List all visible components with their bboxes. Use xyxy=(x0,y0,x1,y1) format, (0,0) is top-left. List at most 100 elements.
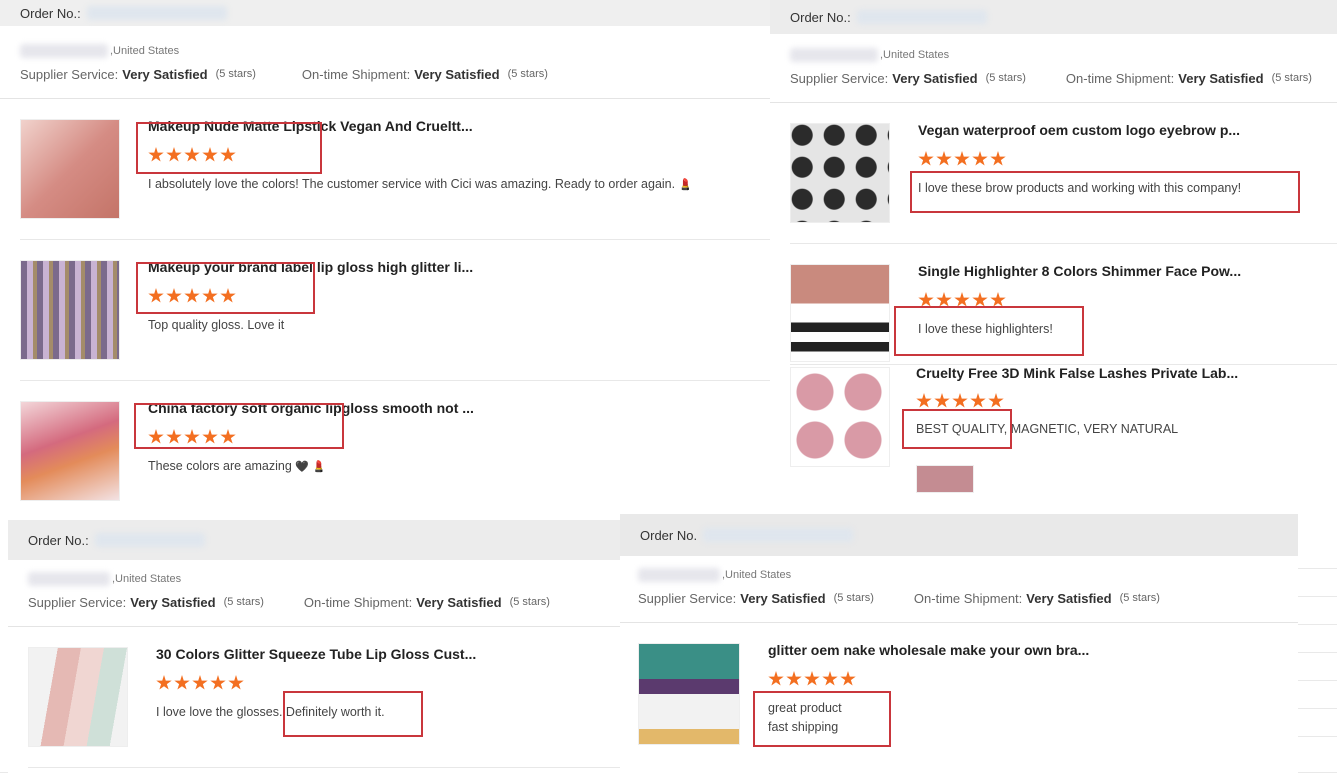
ontime-label: On-time Shipment: xyxy=(303,594,413,610)
product-thumbnail[interactable] xyxy=(20,119,120,219)
star-icon xyxy=(936,151,952,166)
review-text-content: I absolutely love the colors! The custom… xyxy=(148,177,676,191)
redacted-buyer-name xyxy=(28,572,110,586)
highlight-box xyxy=(902,409,1012,449)
review-item: Single Highlighter 8 Colors Shimmer Face… xyxy=(790,244,1337,365)
star-icon xyxy=(990,151,1006,166)
redacted-order-number xyxy=(94,533,205,547)
star-icon xyxy=(804,671,820,686)
star-icon xyxy=(952,393,968,408)
product-title[interactable]: 30 Colors Glitter Squeeze Tube Lip Gloss… xyxy=(156,646,476,662)
ontime-value: Very Satisfied xyxy=(414,66,500,82)
redacted-buyer-name xyxy=(20,44,108,58)
ontime-value: Very Satisfied xyxy=(1178,70,1264,86)
order-bar: Order No.: xyxy=(770,0,1337,34)
ontime-stars: (5 stars) xyxy=(1119,592,1160,604)
order-label: Order No.: xyxy=(28,532,89,548)
order-label: Order No.: xyxy=(20,5,81,21)
redacted-order-number xyxy=(86,6,227,20)
supplier-service-label: Supplier Service: xyxy=(28,594,127,610)
ontime-value: Very Satisfied xyxy=(416,594,502,610)
review-item: glitter oem nake wholesale make your own… xyxy=(638,623,1298,763)
product-title[interactable]: Vegan waterproof oem custom logo eyebrow… xyxy=(918,122,1240,138)
highlight-box xyxy=(136,122,322,174)
ontime-stars: (5 stars) xyxy=(507,68,548,80)
star-rating xyxy=(768,671,856,687)
star-icon xyxy=(156,675,172,690)
review-text: Top quality gloss. Love it xyxy=(148,318,285,332)
review-emoji: 🖤 💄 xyxy=(295,461,326,473)
star-icon xyxy=(786,671,802,686)
review-panel-4: Order No. ,United States Supplier Servic… xyxy=(620,514,1298,776)
highlight-box xyxy=(753,691,891,747)
review-panel-3: Order No.: ,United States Supplier Servi… xyxy=(8,520,620,776)
star-icon xyxy=(954,151,970,166)
ontime-label: On-time Shipment: xyxy=(301,66,411,82)
review-panel-1: Order No.: ,United States Supplier Servi… xyxy=(0,0,770,520)
order-bar: Order No.: xyxy=(0,0,770,26)
buyer-location: ,United States xyxy=(620,566,1298,584)
product-title[interactable]: glitter oem nake wholesale make your own… xyxy=(768,642,1089,658)
star-rating xyxy=(916,393,1004,409)
review-item: Makeup Nude Matte Lipstick Vegan And Cru… xyxy=(20,99,770,240)
product-thumbnail[interactable] xyxy=(790,264,890,362)
review-item: Cruelty Free 3D Mink False Lashes Privat… xyxy=(790,365,1337,505)
star-icon xyxy=(918,151,934,166)
order-bar: Order No.: xyxy=(8,520,620,560)
highlight-box xyxy=(894,306,1084,356)
supplier-service-stars: (5 stars) xyxy=(833,592,874,604)
service-ratings: Supplier Service: Very Satisfied (5 star… xyxy=(620,584,1298,623)
star-icon xyxy=(768,671,784,686)
ontime-label: On-time Shipment: xyxy=(1065,70,1175,86)
review-panel-2: Order No.: ,United States Supplier Servi… xyxy=(770,0,1337,512)
ontime-stars: (5 stars) xyxy=(1271,72,1312,84)
buyer-location: ,United States xyxy=(8,570,620,588)
star-icon xyxy=(174,675,190,690)
star-icon xyxy=(228,675,244,690)
product-thumbnail[interactable] xyxy=(20,260,120,360)
product-thumbnail[interactable] xyxy=(28,647,128,747)
product-thumbnail[interactable] xyxy=(20,401,120,501)
supplier-service-value: Very Satisfied xyxy=(130,594,216,610)
highlight-box xyxy=(283,691,423,737)
review-item: Makeup your brand label lip gloss high g… xyxy=(20,240,770,381)
highlight-box xyxy=(136,262,315,314)
location-text: ,United States xyxy=(722,569,792,581)
star-icon xyxy=(916,393,932,408)
review-text: I absolutely love the colors! The custom… xyxy=(148,175,692,195)
buyer-location: ,United States xyxy=(0,42,770,60)
product-thumbnail[interactable] xyxy=(638,643,740,745)
review-text-content: These colors are amazing xyxy=(148,459,292,473)
review-item: 30 Colors Glitter Squeeze Tube Lip Gloss… xyxy=(28,627,620,768)
supplier-service-label: Supplier Service: xyxy=(638,590,737,606)
location-text: ,United States xyxy=(112,573,182,585)
star-icon xyxy=(934,393,950,408)
service-ratings: Supplier Service: Very Satisfied (5 star… xyxy=(8,588,620,627)
supplier-service-value: Very Satisfied xyxy=(122,66,208,82)
star-icon xyxy=(972,151,988,166)
service-ratings: Supplier Service: Very Satisfied (5 star… xyxy=(770,64,1337,103)
supplier-service-stars: (5 stars) xyxy=(223,596,264,608)
star-rating xyxy=(918,151,1006,167)
product-title[interactable]: Single Highlighter 8 Colors Shimmer Face… xyxy=(918,263,1241,279)
product-thumbnail[interactable] xyxy=(790,367,890,467)
redacted-buyer-name xyxy=(638,568,720,582)
service-ratings: Supplier Service: Very Satisfied (5 star… xyxy=(0,60,770,99)
review-text: These colors are amazing 🖤 💄 xyxy=(148,457,326,477)
product-title[interactable]: Cruelty Free 3D Mink False Lashes Privat… xyxy=(916,365,1238,381)
order-label: Order No. xyxy=(640,527,698,543)
star-icon xyxy=(988,393,1004,408)
supplier-service-value: Very Satisfied xyxy=(892,70,978,86)
star-icon xyxy=(970,393,986,408)
buyer-location: ,United States xyxy=(770,46,1337,64)
product-thumbnail[interactable] xyxy=(790,123,890,223)
star-icon xyxy=(822,671,838,686)
star-icon xyxy=(192,675,208,690)
supplier-service-value: Very Satisfied xyxy=(740,590,826,606)
review-item: China factory soft organic lipgloss smoo… xyxy=(20,381,770,520)
product-thumbnail-small[interactable] xyxy=(916,465,974,493)
ontime-value: Very Satisfied xyxy=(1026,590,1112,606)
supplier-service-label: Supplier Service: xyxy=(790,70,889,86)
highlight-box xyxy=(910,171,1300,213)
redacted-order-number xyxy=(856,10,987,24)
